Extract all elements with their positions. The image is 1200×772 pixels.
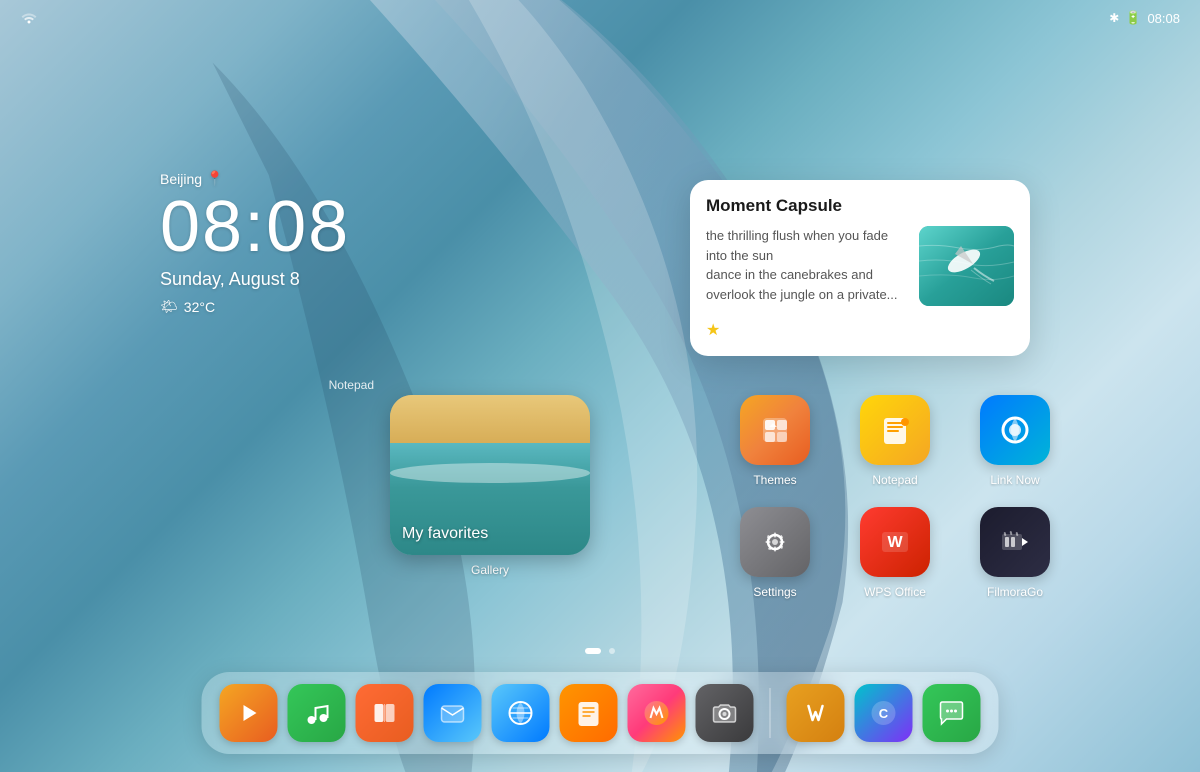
dock-books[interactable]: [356, 684, 414, 742]
moment-star: ★: [706, 320, 1014, 340]
temperature: 32°C: [184, 299, 215, 315]
weather-icon: 🌤: [160, 298, 178, 315]
app-item-settings[interactable]: Settings: [730, 507, 820, 599]
moment-capsule-image: [919, 226, 1014, 306]
svg-text:C: C: [879, 706, 889, 721]
clock-weather: 🌤 32°C: [160, 298, 350, 315]
dot-1[interactable]: [585, 648, 601, 654]
dock-canva[interactable]: C: [855, 684, 913, 742]
dock-notes[interactable]: [560, 684, 618, 742]
gallery-folder-icon: My favorites: [390, 395, 590, 555]
dock-message[interactable]: [923, 684, 981, 742]
moment-capsule-widget[interactable]: Moment Capsule the thrilling flush when …: [690, 180, 1030, 356]
filmorago-icon: [980, 507, 1050, 577]
dock-divider: [770, 688, 771, 738]
dock-browser[interactable]: [492, 684, 550, 742]
status-right: ✱ 🔋 08:08: [1109, 10, 1180, 26]
dock-mail[interactable]: [424, 684, 482, 742]
dock-video[interactable]: [220, 684, 278, 742]
moment-capsule-body: the thrilling flush when you fade into t…: [706, 226, 1014, 306]
gallery-app-label: Gallery: [471, 563, 509, 577]
linknow-icon: [980, 395, 1050, 465]
app-grid: Themes Notepad Link Now: [730, 395, 1060, 599]
notepad-label-text: Notepad: [872, 473, 917, 487]
settings-label: Settings: [753, 585, 796, 599]
wps-label: WPS Office: [864, 585, 926, 599]
moment-capsule-title: Moment Capsule: [706, 196, 1014, 216]
clock-location: Beijing 📍: [160, 170, 350, 187]
moment-capsule-text: the thrilling flush when you fade into t…: [706, 226, 907, 306]
app-item-wps[interactable]: W WPS Office: [850, 507, 940, 599]
dock-highlights[interactable]: [628, 684, 686, 742]
gallery-folder[interactable]: My favorites Gallery: [390, 395, 590, 577]
clock-widget: Beijing 📍 08:08 Sunday, August 8 🌤 32°C: [160, 170, 350, 315]
settings-icon: [740, 507, 810, 577]
clock-date: Sunday, August 8: [160, 269, 350, 290]
status-bar: ✱ 🔋 08:08: [0, 0, 1200, 36]
dot-2[interactable]: [609, 648, 615, 654]
notepad-widget-label: Notepad: [329, 378, 374, 392]
dock: C: [202, 672, 999, 754]
svg-text:W: W: [887, 534, 903, 551]
dock-music[interactable]: [288, 684, 346, 742]
dock-camera[interactable]: [696, 684, 754, 742]
gallery-folder-label: My favorites: [402, 525, 488, 543]
wifi-icon: [20, 10, 38, 27]
themes-icon: [740, 395, 810, 465]
dock-wps-pinned[interactable]: [787, 684, 845, 742]
themes-label: Themes: [753, 473, 796, 487]
filmorago-label: FilmoraGo: [987, 585, 1043, 599]
app-item-notepad[interactable]: Notepad: [850, 395, 940, 487]
bluetooth-icon: ✱: [1109, 11, 1119, 25]
app-item-filmorago[interactable]: FilmoraGo: [970, 507, 1060, 599]
status-time: 08:08: [1147, 11, 1180, 26]
notepad-icon: [860, 395, 930, 465]
wps-icon: W: [860, 507, 930, 577]
app-item-linknow[interactable]: Link Now: [970, 395, 1060, 487]
clock-time: 08:08: [160, 191, 350, 263]
linknow-label: Link Now: [990, 473, 1039, 487]
wave-overlay: [0, 0, 1200, 772]
page-dots: [585, 648, 615, 654]
app-item-themes[interactable]: Themes: [730, 395, 820, 487]
battery-icon: 🔋: [1125, 10, 1141, 26]
